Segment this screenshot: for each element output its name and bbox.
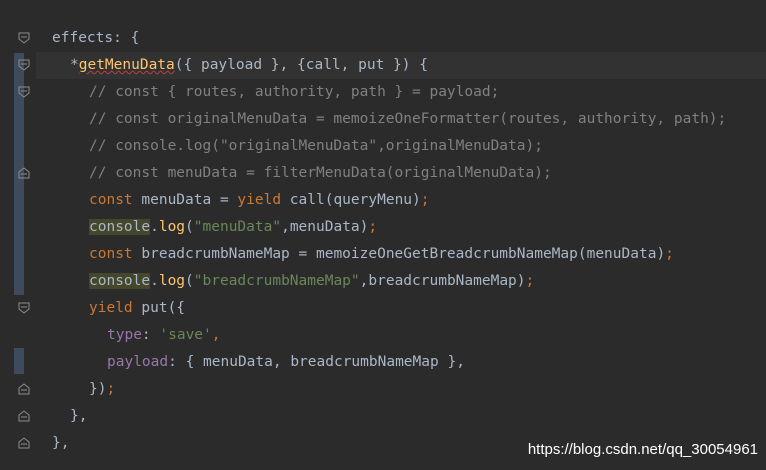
code-line[interactable]: effects: {: [36, 25, 766, 52]
comment-text: // const originalMenuData = memoizeOneFo…: [89, 111, 727, 127]
code-token: ,: [340, 57, 359, 73]
string-literal: "breadcrumbNameMap": [193, 273, 360, 289]
watermark-url: https://blog.csdn.net/qq_30054961: [527, 441, 758, 458]
editor-gutter: [0, 0, 36, 470]
code-token: (: [185, 273, 194, 289]
code-token: ,breadcrumbNameMap): [359, 273, 526, 289]
string-literal: "menuData": [193, 219, 282, 235]
code-line[interactable]: });: [36, 376, 766, 403]
param-payload: payload: [200, 57, 263, 73]
comment-text: // const menuData = filterMenuData(origi…: [89, 165, 552, 181]
fold-open-icon[interactable]: [18, 59, 30, 71]
fold-open-icon[interactable]: [18, 32, 30, 44]
code-line[interactable]: yield put({: [36, 295, 766, 322]
comment-text: // console.log("originalMenuData",origin…: [89, 138, 543, 154]
closing-brace: },: [52, 435, 70, 451]
code-token: : { menuData, breadcrumbNameMap },: [168, 354, 465, 370]
function-name: getMenuData: [78, 57, 175, 73]
code-token: }): [89, 381, 107, 397]
code-token: }, {: [262, 57, 306, 73]
code-token: :: [141, 327, 160, 343]
code-token: }) {: [384, 57, 428, 73]
fold-close-icon[interactable]: [18, 383, 30, 395]
fold-close-icon[interactable]: [18, 437, 30, 449]
closing-brace: },: [70, 408, 88, 424]
code-token: put({: [132, 300, 186, 316]
code-token: .: [150, 273, 159, 289]
string-literal: 'save': [159, 327, 212, 343]
keyword-const: const: [89, 246, 133, 262]
code-line[interactable]: type: 'save',: [36, 322, 766, 349]
semicolon: ;: [368, 219, 378, 235]
semicolon: ;: [106, 381, 116, 397]
code-line[interactable]: const breadcrumbNameMap = memoizeOneGetB…: [36, 241, 766, 268]
log-method: log: [158, 219, 186, 235]
semicolon: ;: [525, 273, 535, 289]
semicolon: ;: [420, 192, 430, 208]
fold-open-icon[interactable]: [18, 302, 30, 314]
code-token: menuData =: [132, 192, 238, 208]
semicolon: ;: [665, 246, 674, 262]
fold-close-icon[interactable]: [18, 410, 30, 422]
change-marker: [14, 348, 24, 374]
log-method: log: [158, 273, 186, 289]
property-payload: payload: [107, 354, 169, 370]
keyword-const: const: [89, 192, 133, 208]
fold-open-icon[interactable]: [18, 86, 30, 98]
code-line[interactable]: console.log("menuData",menuData);: [36, 214, 766, 241]
code-token: .: [150, 219, 159, 235]
code-editor[interactable]: effects: { *getMenuData({ payload }, {ca…: [0, 0, 766, 470]
comment-line[interactable]: // console.log("originalMenuData",origin…: [36, 133, 766, 160]
param-put: put: [358, 57, 385, 73]
fold-close-icon[interactable]: [18, 167, 30, 179]
keyword-yield: yield: [89, 300, 133, 316]
code-line[interactable]: console.log("breadcrumbNameMap",breadcru…: [36, 268, 766, 295]
comment-text: // const { routes, authority, path } = p…: [89, 84, 500, 100]
code-token: (: [185, 219, 194, 235]
code-line[interactable]: *getMenuData({ payload }, {call, put }) …: [36, 52, 766, 79]
code-line[interactable]: },: [36, 403, 766, 430]
code-content[interactable]: effects: { *getMenuData({ payload }, {ca…: [36, 25, 766, 457]
code-token: ({: [174, 57, 201, 73]
code-line[interactable]: const menuData = yield call(queryMenu);: [36, 187, 766, 214]
comment-line[interactable]: // const menuData = filterMenuData(origi…: [36, 160, 766, 187]
code-token: ,menuData): [281, 219, 369, 235]
code-token: breadcrumbNameMap = memoizeOneGetBreadcr…: [132, 246, 666, 262]
code-line[interactable]: payload: { menuData, breadcrumbNameMap }…: [36, 349, 766, 376]
effects-key: effects: {: [52, 30, 140, 46]
code-token: call(queryMenu): [281, 192, 421, 208]
comma: ,: [211, 327, 221, 343]
generator-star: *: [70, 57, 79, 73]
console-identifier: console: [89, 273, 151, 289]
param-call: call: [305, 57, 341, 73]
console-identifier: console: [89, 219, 151, 235]
property-type: type: [107, 327, 142, 343]
comment-line[interactable]: // const { routes, authority, path } = p…: [36, 79, 766, 106]
comment-line[interactable]: // const originalMenuData = memoizeOneFo…: [36, 106, 766, 133]
keyword-yield: yield: [237, 192, 282, 208]
